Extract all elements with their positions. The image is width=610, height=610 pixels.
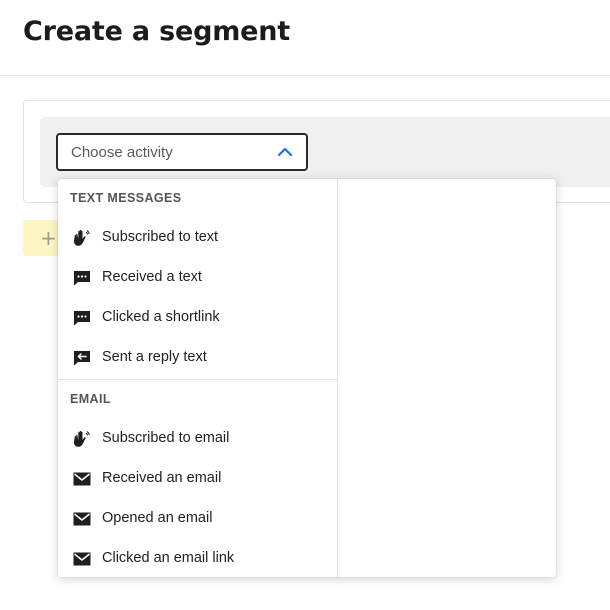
activity-dropdown: TEXT MESSAGES Subscribed to text Receive…	[58, 179, 556, 577]
option-subscribed-to-email[interactable]: Subscribed to email	[58, 419, 337, 459]
option-clicked-an-email-link[interactable]: Clicked an email link	[58, 539, 337, 577]
message-icon	[74, 271, 90, 286]
option-label: Received an email	[102, 470, 222, 486]
option-clicked-a-shortlink[interactable]: Clicked a shortlink	[58, 298, 337, 338]
message-icon	[74, 311, 90, 326]
envelope-icon	[73, 472, 91, 486]
activity-detail-panel	[338, 179, 556, 577]
group-heading-text-messages: TEXT MESSAGES	[70, 191, 182, 205]
option-subscribed-to-text[interactable]: Subscribed to text	[58, 218, 337, 258]
activity-select[interactable]: Choose activity	[56, 133, 308, 171]
option-label: Received a text	[102, 269, 202, 285]
hand-wave-icon	[73, 430, 90, 447]
option-label: Subscribed to text	[102, 229, 219, 245]
group-divider	[58, 379, 337, 380]
reply-message-icon	[74, 351, 90, 366]
option-label: Clicked an email link	[102, 550, 235, 566]
option-label: Clicked a shortlink	[102, 309, 220, 325]
activity-options-list: TEXT MESSAGES Subscribed to text Receive…	[58, 179, 337, 577]
option-opened-an-email[interactable]: Opened an email	[58, 499, 337, 539]
envelope-icon	[73, 552, 91, 566]
header-divider	[0, 75, 610, 76]
option-label: Sent a reply text	[102, 349, 207, 365]
option-label: Subscribed to email	[102, 430, 230, 446]
chevron-up-icon	[277, 147, 293, 157]
option-sent-a-reply-text[interactable]: Sent a reply text	[58, 338, 337, 378]
hand-wave-icon	[73, 229, 90, 246]
option-received-a-text[interactable]: Received a text	[58, 258, 337, 298]
plus-icon: +	[40, 226, 57, 250]
option-label: Opened an email	[102, 510, 213, 526]
activity-select-placeholder: Choose activity	[71, 144, 173, 161]
option-received-an-email[interactable]: Received an email	[58, 459, 337, 499]
group-heading-email: EMAIL	[70, 392, 111, 406]
page-title: Create a segment	[23, 16, 290, 47]
envelope-icon	[73, 512, 91, 526]
